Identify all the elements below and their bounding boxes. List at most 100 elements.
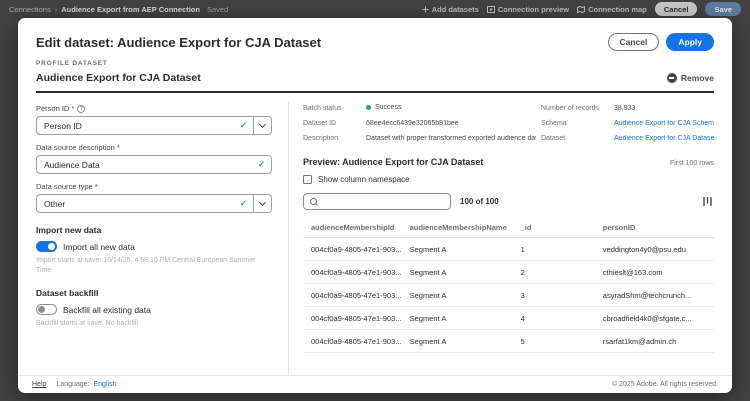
column-header: audienceMembershipName: [402, 218, 513, 238]
modal-header: Edit dataset: Audience Export for CJA Da…: [18, 18, 732, 60]
copyright: © 2025 Adobe. All rights reserved.: [612, 381, 718, 388]
table-cell: cthieslt@163.com: [595, 261, 714, 284]
person-id-combobox[interactable]: Person ID ✓: [36, 116, 272, 135]
topbar-actions: Add datasets Connection preview Connecti…: [422, 2, 741, 16]
show-column-namespace-checkbox[interactable]: [303, 175, 312, 184]
table-cell: cbroadfield4k0@sfgate.c...: [595, 307, 714, 330]
person-id-value[interactable]: Person ID: [37, 121, 240, 131]
batch-status-text: Success: [375, 104, 401, 111]
batch-status-label: Batch status: [303, 105, 361, 112]
schema-link[interactable]: Audience Export for CJA Schema: [614, 120, 714, 127]
data-source-description-field: ✓: [36, 155, 272, 174]
import-all-new-data-toggle[interactable]: [36, 241, 57, 252]
connection-preview-button[interactable]: Connection preview: [487, 5, 569, 14]
apply-button[interactable]: Apply: [666, 33, 714, 51]
first-100-rows-label: First 100 rows: [670, 160, 714, 167]
description-label: Description: [303, 135, 361, 142]
page-title: Audience Export from AEP Connection: [61, 5, 200, 14]
search-box: [303, 193, 451, 210]
table-cell: Segment A: [402, 330, 513, 353]
data-source-type-combobox[interactable]: Other ✓: [36, 194, 272, 213]
add-icon: [422, 6, 429, 13]
person-id-label-row: Person ID * ?: [36, 104, 272, 113]
table-cell: 004cf0a9-4805-47e1-903...: [303, 330, 402, 353]
modal-header-actions: Cancel Apply: [608, 33, 715, 51]
chevron-down-icon: [259, 199, 266, 206]
breadcrumb: Connections › Audience Export from AEP C…: [9, 5, 228, 14]
dataset-details-panel: Batch status Success Number of records 3…: [289, 102, 714, 375]
namespace-checkbox-row: Show column namespace: [303, 175, 714, 184]
table-cell: 4: [513, 307, 595, 330]
connection-map-button[interactable]: Connection map: [577, 5, 647, 14]
column-settings-button[interactable]: [701, 195, 714, 208]
records-label: Number of records: [541, 105, 609, 112]
map-icon: [577, 6, 585, 13]
remove-dataset-button[interactable]: Remove: [667, 73, 714, 83]
dataset-backfill-heading: Dataset backfill: [36, 288, 272, 298]
checkmark-icon: ✓: [258, 159, 271, 170]
import-new-data-heading: Import new data: [36, 225, 272, 235]
table-cell: Segment A: [402, 307, 513, 330]
preview-icon: [487, 6, 495, 13]
person-id-dropdown-button[interactable]: [253, 117, 271, 134]
import-toggle-row: Import all new data: [36, 241, 272, 252]
data-source-type-dropdown-button[interactable]: [253, 195, 271, 212]
add-datasets-label: Add datasets: [432, 5, 479, 14]
preview-header: Preview: Audience Export for CJA Dataset…: [303, 157, 714, 167]
backfill-toggle[interactable]: [36, 304, 57, 315]
profile-dataset-label: PROFILE DATASET: [36, 60, 714, 67]
records-value: 38,933: [614, 105, 714, 112]
table-cell: Segment A: [402, 238, 513, 261]
page-cancel-button[interactable]: Cancel: [655, 2, 698, 16]
preview-toolbar: 100 of 100: [303, 193, 714, 210]
modal-footer: Help Language: English © 2025 Adobe. All…: [18, 375, 732, 393]
table-cell: Segment A: [402, 284, 513, 307]
table-row: 004cf0a9-4805-47e1-903... Segment A 4 cb…: [303, 307, 714, 330]
help-link[interactable]: Help: [32, 381, 46, 388]
checkmark-icon: ✓: [240, 120, 253, 131]
data-source-type-label: Data source type *: [36, 182, 272, 191]
person-id-label: Person ID *: [36, 104, 74, 113]
backfill-hint: Backfill starts at save: No backfill: [36, 319, 268, 329]
preview-table: audienceMembershipId audienceMembershipN…: [303, 218, 714, 353]
column-header: _id: [513, 218, 595, 238]
table-cell: 004cf0a9-4805-47e1-903...: [303, 284, 402, 307]
data-source-description-label: Data source description *: [36, 143, 272, 152]
dataset-link[interactable]: Audience Export for CJA Dataset: [614, 135, 714, 142]
language-link[interactable]: English: [94, 381, 117, 388]
modal-body: Person ID * ? Person ID ✓ Data source de…: [18, 93, 732, 375]
backfill-toggle-row: Backfill all existing data: [36, 304, 272, 315]
data-source-type-value[interactable]: Other: [37, 199, 240, 209]
table-cell: 5: [513, 330, 595, 353]
help-icon[interactable]: ?: [77, 105, 85, 113]
breadcrumb-connections[interactable]: Connections: [9, 5, 51, 14]
add-datasets-button[interactable]: Add datasets: [422, 5, 479, 14]
connection-preview-label: Connection preview: [498, 5, 569, 14]
description-value: Dataset with proper transformed exported…: [366, 135, 536, 142]
connection-map-label: Connection map: [588, 5, 647, 14]
column-header: personID: [595, 218, 714, 238]
table-row: 004cf0a9-4805-47e1-903... Segment A 1 ve…: [303, 238, 714, 261]
breadcrumb-separator: ›: [55, 5, 58, 14]
background-topbar: Connections › Audience Export from AEP C…: [0, 0, 750, 18]
data-source-description-input[interactable]: [37, 156, 258, 173]
details-grid: Batch status Success Number of records 3…: [303, 104, 714, 142]
saved-status: Saved: [207, 5, 228, 14]
table-cell: asyradShm@techcrunch...: [595, 284, 714, 307]
dataset-header-block: PROFILE DATASET Audience Export for CJA …: [18, 60, 732, 93]
page-save-button[interactable]: Save: [705, 2, 741, 16]
table-row: 004cf0a9-4805-47e1-903... Segment A 3 as…: [303, 284, 714, 307]
search-icon: [310, 198, 318, 206]
column-header: audienceMembershipId: [303, 218, 402, 238]
table-cell: 004cf0a9-4805-47e1-903...: [303, 238, 402, 261]
table-cell: 004cf0a9-4805-47e1-903...: [303, 307, 402, 330]
success-dot-icon: [366, 105, 371, 110]
cancel-button[interactable]: Cancel: [608, 33, 660, 51]
screen: Connections › Audience Export from AEP C…: [0, 0, 750, 401]
dataset-name: Audience Export for CJA Dataset: [36, 72, 201, 84]
table-cell: Segment A: [402, 261, 513, 284]
dataset-id-label: Dataset ID: [303, 120, 361, 127]
dataset-id-value: 68ee4ecc6439e32065b81bee: [366, 120, 536, 127]
search-input[interactable]: [323, 197, 444, 206]
row-count: 100 of 100: [460, 197, 499, 206]
